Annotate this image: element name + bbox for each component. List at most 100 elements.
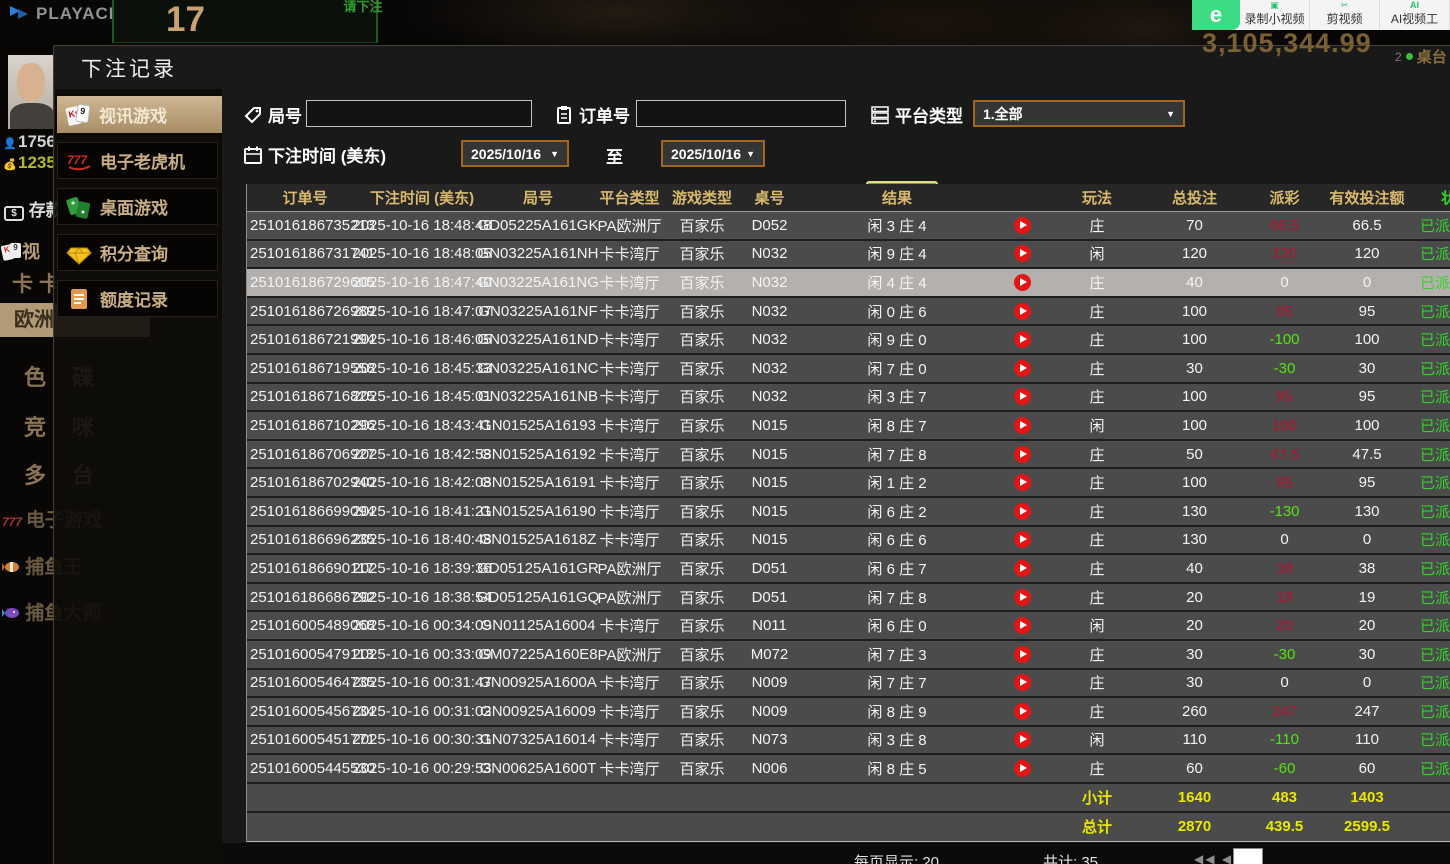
table-row[interactable]: 2510160054791132025-10-16 00:33:09GM0722… [247,641,1450,670]
play-icon[interactable] [1014,731,1031,748]
result: 闲 0 庄 6 [802,298,992,325]
order-number-input[interactable] [636,100,846,127]
play-icon[interactable] [1014,617,1031,634]
bet-time: 2025-10-16 18:47:07 [360,298,484,325]
platform-type-select[interactable]: 1.全部 ▼ [973,100,1185,127]
play-icon[interactable] [1014,245,1031,262]
table-row[interactable]: 2510160054567342025-10-16 00:31:02GN0092… [247,698,1450,727]
table-row[interactable]: 2510161867269892025-10-16 18:47:07GN0322… [247,298,1450,327]
table-row[interactable]: 2510160054455302025-10-16 00:29:53GN0062… [247,755,1450,784]
table-row[interactable]: 2510161867317412025-10-16 18:48:05GN0322… [247,241,1450,270]
play-icon[interactable] [1014,503,1031,520]
table-row[interactable]: 2510161867102962025-10-16 18:43:41GN0152… [247,412,1450,441]
play-icon[interactable] [1014,703,1031,720]
total-bet: 260 [1142,698,1247,725]
play-icon[interactable] [1014,303,1031,320]
result: 闲 7 庄 0 [802,355,992,382]
first-page-icon[interactable]: ◀◀ [1194,852,1216,864]
total-bet: 20 [1142,584,1247,611]
table-row[interactable]: 2510161866990942025-10-16 18:41:21GN0152… [247,498,1450,527]
table-row[interactable]: 2510161867195582025-10-16 18:45:33GN0322… [247,355,1450,384]
menu-item-table-games[interactable]: 桌面游戏 [57,188,218,225]
play-icon[interactable] [1014,331,1031,348]
online-users-stat: 👤1756 [2,132,56,152]
table-badge[interactable]: 2 桌台 [1395,46,1447,67]
page-number-input[interactable] [1233,848,1263,864]
game-type: 百家乐 [667,498,737,525]
round-number-input[interactable] [306,100,532,127]
table-no: N073 [737,727,802,754]
payout: 19 [1247,584,1322,611]
pagination-prev-buttons[interactable]: ◀◀ ◀ [1194,852,1233,864]
round-id: GN03225A161NB [484,384,592,411]
bet-type: 庄 [1052,384,1142,411]
payout: -100 [1247,326,1322,353]
game-type: 百家乐 [667,384,737,411]
round-id: GN01525A1618Z [484,527,592,554]
sidebar-item-video[interactable]: K9视 [2,238,40,264]
chevron-down-icon: ▼ [550,149,559,159]
total-bet: 50 [1142,441,1247,468]
play-icon[interactable] [1014,446,1031,463]
table-no: N015 [737,412,802,439]
play-icon[interactable] [1014,560,1031,577]
header-result: 结果 [802,184,992,211]
table-row[interactable]: 2510160054890682025-10-16 00:34:09GN0112… [247,612,1450,641]
header-round: 局号 [484,184,592,211]
play-icon[interactable] [1014,531,1031,548]
status: 已派彩 [1412,612,1450,639]
game-type: 百家乐 [667,670,737,697]
table-row[interactable]: 2510161866867922025-10-16 18:38:54GD0512… [247,584,1450,613]
ai-video-button[interactable]: AI AI视频工 [1380,0,1450,30]
table-row[interactable]: 2510161866962352025-10-16 18:40:48GN0152… [247,527,1450,556]
table-row[interactable]: 2510160054517712025-10-16 00:30:31GN0732… [247,727,1450,756]
payout: 47.5 [1247,441,1322,468]
platform: 卡卡湾厅 [592,384,667,411]
menu-item-points[interactable]: 积分查询 [57,234,218,271]
round-id: GD05125A161GR [484,555,592,582]
bet-timer-panel: 请下注 17 [112,0,378,43]
clip-video-button[interactable]: ✂ 剪视频 [1310,0,1380,30]
play-cell [992,527,1052,554]
bet-time: 2025-10-16 18:48:05 [360,241,484,268]
play-icon[interactable] [1014,589,1031,606]
play-icon[interactable] [1014,360,1031,377]
platform: PA欧洲厅 [592,641,667,668]
menu-item-slots[interactable]: 777 电子老虎机 [57,142,218,179]
play-cell [992,326,1052,353]
result: 闲 1 庄 2 [802,469,992,496]
payout: -130 [1247,498,1322,525]
table-row[interactable]: 2510161867296052025-10-16 18:47:40GN0322… [247,269,1450,298]
table-row[interactable]: 2510161867029402025-10-16 18:42:08GN0152… [247,469,1450,498]
play-icon[interactable] [1014,274,1031,291]
table-row[interactable]: 2510161867069272025-10-16 18:42:58GN0152… [247,441,1450,470]
record-icon: ▣ [1270,1,1279,10]
bet-time: 2025-10-16 18:45:33 [360,355,484,382]
table-row[interactable]: 2510160054647352025-10-16 00:31:47GN0092… [247,670,1450,699]
avatar[interactable] [8,55,55,129]
play-icon[interactable] [1014,674,1031,691]
platform: PA欧洲厅 [592,584,667,611]
play-icon[interactable] [1014,417,1031,434]
date-to-select[interactable]: 2025/10/16 ▼ [661,140,765,167]
valid-bet: 66.5 [1322,212,1412,239]
play-icon[interactable] [1014,760,1031,777]
prev-page-icon[interactable]: ◀ [1222,852,1233,864]
table-row[interactable]: 2510161867219942025-10-16 18:46:05GN0322… [247,326,1450,355]
menu-item-quota-records[interactable]: 额度记录 [57,280,218,317]
table-row[interactable]: 2510161866901172025-10-16 18:39:36GD0512… [247,555,1450,584]
table-row[interactable]: 2510161867168252025-10-16 18:45:01GN0322… [247,384,1450,413]
play-icon[interactable] [1014,388,1031,405]
play-icon[interactable] [1014,474,1031,491]
table-no: N015 [737,469,802,496]
menu-item-video-games[interactable]: K♥ 9 视讯游戏 [57,96,237,133]
date-from-select[interactable]: 2025/10/16 ▼ [461,140,569,167]
pagination-bar: 每页显示: 20 共计: 35 ◀◀ ◀ [222,843,1450,864]
play-cell [992,298,1052,325]
table-row[interactable]: 2510161867352132025-10-16 18:48:48GD0522… [247,212,1450,241]
recorder-logo-icon[interactable]: e [1192,0,1240,30]
record-video-button[interactable]: ▣ 录制小视频 [1240,0,1310,30]
status: 已派彩 [1412,384,1450,411]
play-icon[interactable] [1014,217,1031,234]
play-icon[interactable] [1014,646,1031,663]
